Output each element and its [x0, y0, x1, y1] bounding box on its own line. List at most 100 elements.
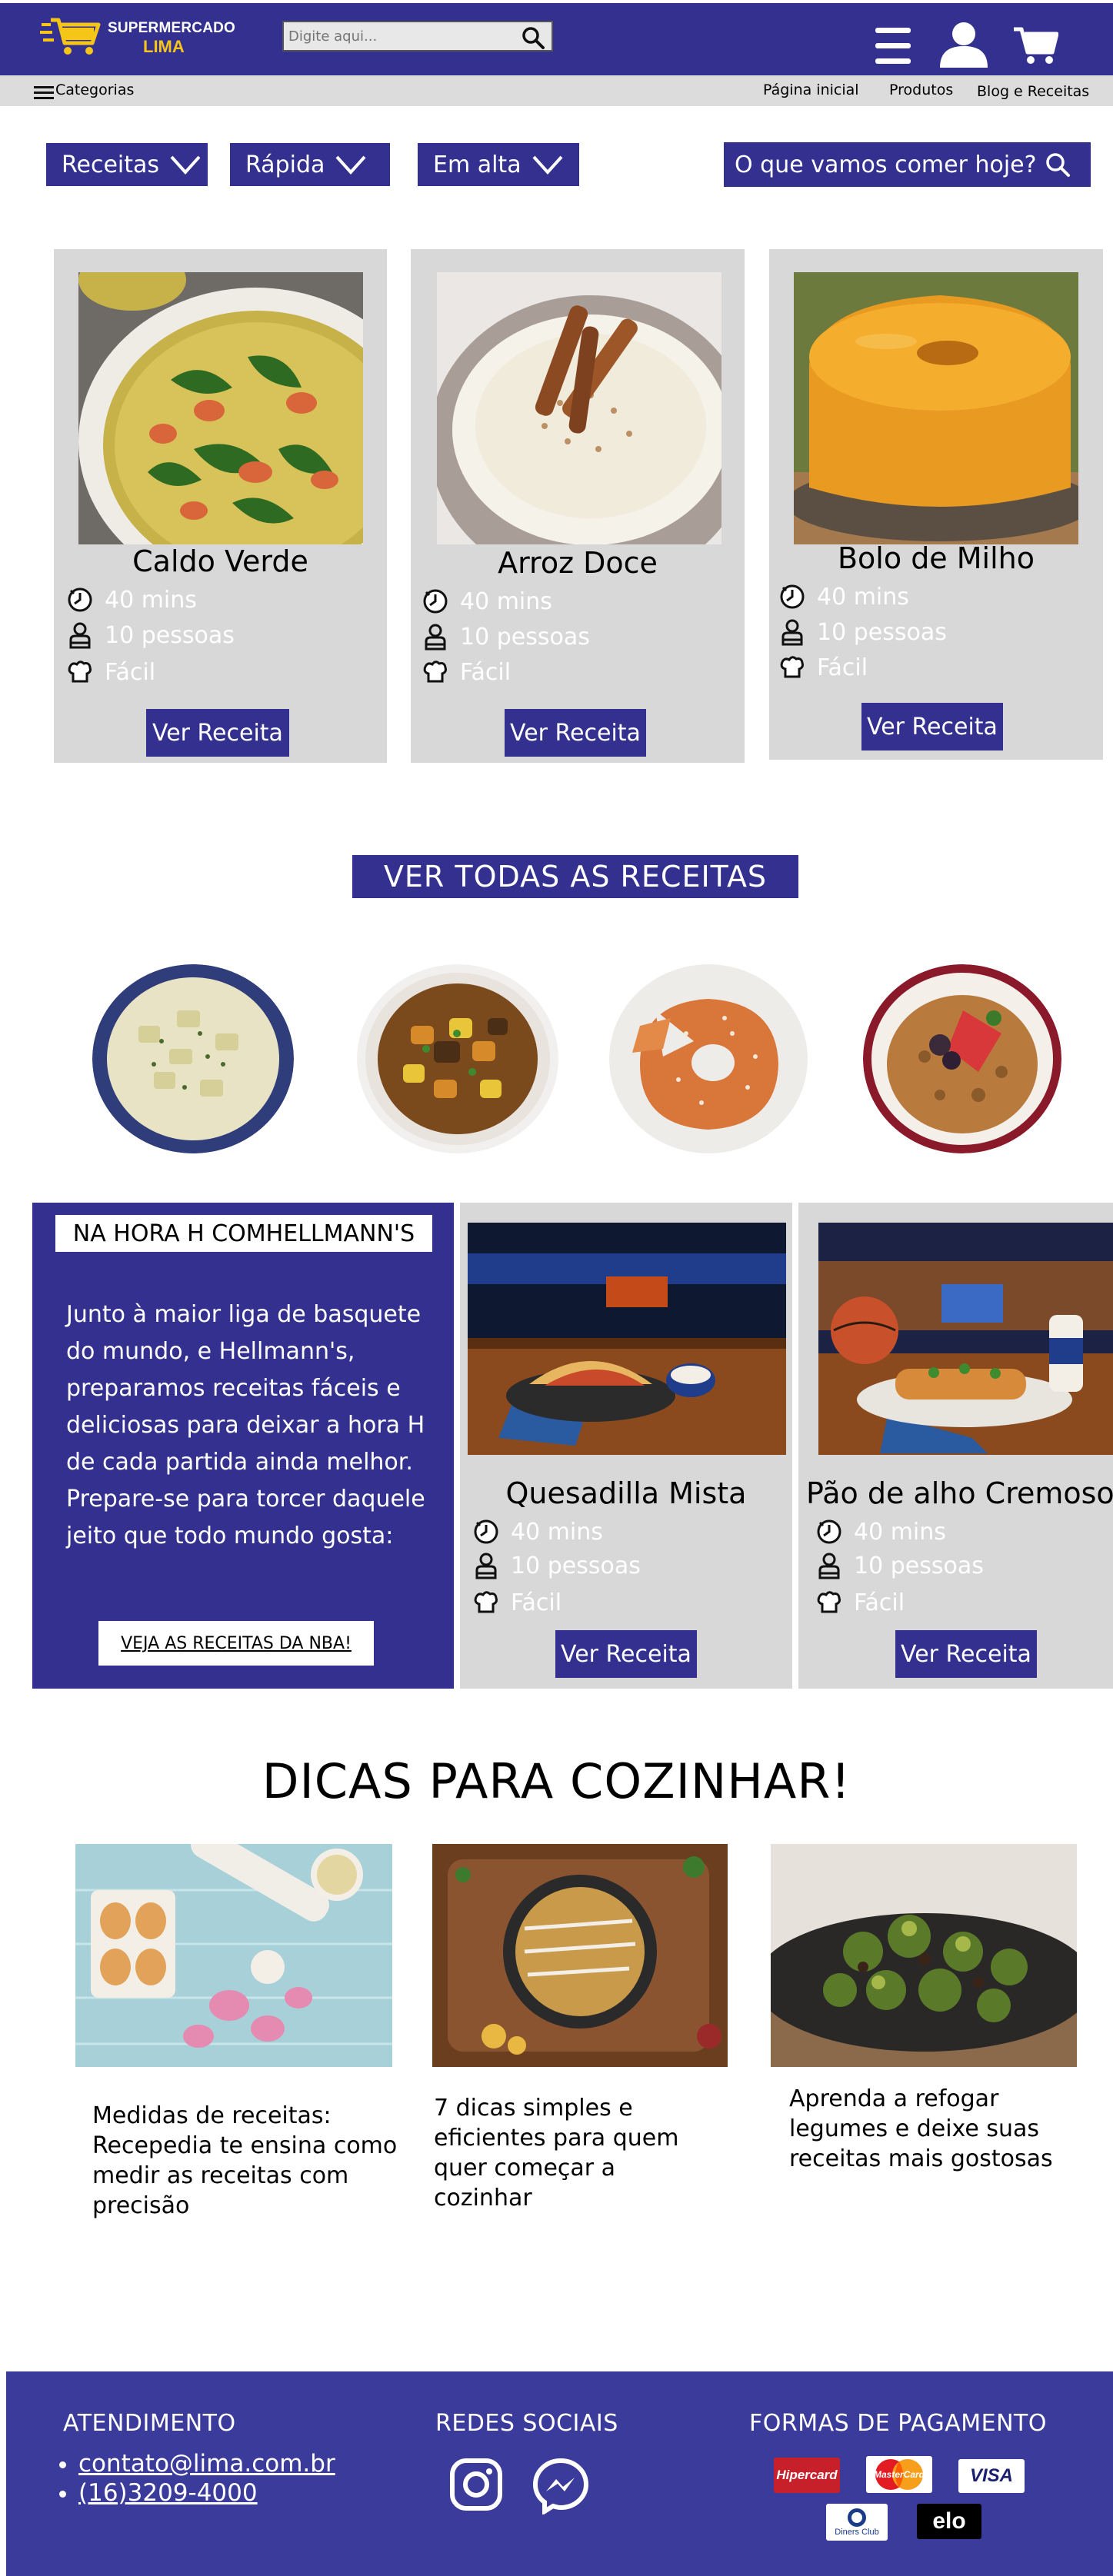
clock-icon: [817, 1519, 841, 1544]
person-icon: [818, 1553, 840, 1579]
diners-club-logo: Diners Club: [826, 2504, 888, 2541]
recipe-difficulty: Fácil: [422, 658, 511, 686]
mastercard-label: MasterCard: [873, 2469, 925, 2480]
view-recipe-button[interactable]: Ver Receita: [895, 1630, 1037, 1678]
recipe-time-value: 40 mins: [511, 1518, 603, 1546]
recipe-difficulty: Fácil: [815, 1589, 905, 1616]
recipe-thumb-stew[interactable]: [357, 964, 558, 1153]
categories-link[interactable]: Categorias: [55, 82, 134, 98]
footer-phone-link[interactable]: (16)3209-4000: [78, 2479, 258, 2507]
recipe-difficulty-value: Fácil: [511, 1589, 562, 1616]
list-item: contato@lima.com.br: [78, 2450, 335, 2478]
recipe-servings: 10 pessoas: [472, 1552, 641, 1579]
filter-em-alta-dropdown[interactable]: Em alta: [418, 143, 579, 186]
tip-image-sautee[interactable]: [771, 1844, 1077, 2067]
recipe-image-caldo-verde[interactable]: [78, 272, 363, 544]
instagram-icon[interactable]: [449, 2458, 503, 2511]
recipe-title[interactable]: Pão de alho Cremoso: [806, 1476, 1113, 1510]
recipe-servings-value: 10 pessoas: [817, 618, 947, 646]
chef-hat-icon: [817, 1591, 841, 1613]
recipe-card: Bolo de Milho 40 mins 10 pessoas Fácil V…: [769, 249, 1103, 760]
elo-logo: elo: [917, 2504, 981, 2539]
menu-icon[interactable]: [874, 26, 912, 66]
tips-title: DICAS PARA COZINHAR!: [262, 1753, 851, 1809]
chef-hat-icon: [780, 656, 804, 678]
tip-image-measures[interactable]: [75, 1844, 392, 2067]
categories-menu-icon[interactable]: [34, 85, 54, 100]
recipe-card: Caldo Verde 40 mins 10 pessoas Fácil Ver…: [54, 249, 387, 763]
recipe-search-label: O que vamos comer hoje?: [735, 151, 1037, 178]
chef-hat-icon: [68, 661, 92, 683]
chevron-down-icon: [335, 155, 366, 175]
recipe-servings-value: 10 pessoas: [854, 1552, 984, 1579]
person-icon: [475, 1553, 497, 1579]
recipe-thumb-granola[interactable]: [863, 964, 1061, 1153]
recipe-time-value: 40 mins: [460, 587, 552, 615]
messenger-icon[interactable]: [532, 2458, 589, 2514]
recipe-time: 40 mins: [778, 583, 909, 611]
recipe-servings: 10 pessoas: [66, 621, 235, 649]
recipe-card: Arroz Doce 40 mins 10 pessoas Fácil Ver …: [411, 249, 745, 763]
hipercard-logo: Hipercard: [774, 2458, 840, 2493]
user-icon[interactable]: [937, 22, 991, 68]
view-recipe-button[interactable]: Ver Receita: [861, 703, 1003, 751]
view-recipe-button[interactable]: Ver Receita: [505, 709, 646, 757]
recipe-card: Quesadilla Mista 40 mins 10 pessoas Fáci…: [460, 1203, 792, 1689]
view-recipe-button[interactable]: Ver Receita: [146, 709, 289, 757]
recipe-image-quesadilla[interactable]: [468, 1223, 786, 1455]
search-icon[interactable]: [521, 25, 545, 50]
header-search-box[interactable]: [282, 21, 553, 52]
logo-title: SUPERMERCADO: [108, 20, 236, 36]
nav-link-home[interactable]: Página inicial: [763, 82, 859, 98]
recipe-time: 40 mins: [815, 1518, 946, 1546]
footer-social-title: REDES SOCIAIS: [435, 2410, 618, 2437]
nav-link-products[interactable]: Produtos: [889, 82, 953, 98]
footer-payment-title: FORMAS DE PAGAMENTO: [749, 2410, 1047, 2437]
recipe-title[interactable]: Bolo de Milho: [769, 541, 1103, 575]
recipe-servings: 10 pessoas: [422, 623, 590, 651]
view-all-recipes-button[interactable]: VER TODAS AS RECEITAS: [352, 855, 798, 898]
filter-label: Receitas: [62, 151, 160, 178]
filter-label: Em alta: [433, 151, 522, 178]
logo-subtitle: LIMA: [143, 37, 185, 56]
recipe-image-bolo-de-milho[interactable]: [794, 272, 1078, 544]
filter-receitas-dropdown[interactable]: Receitas: [46, 143, 208, 186]
recipe-title[interactable]: Caldo Verde: [54, 544, 387, 578]
logo-cart-icon[interactable]: [40, 14, 102, 57]
view-recipe-button[interactable]: Ver Receita: [555, 1630, 697, 1678]
recipe-time: 40 mins: [472, 1518, 603, 1546]
person-icon: [425, 624, 446, 651]
recipe-servings-value: 10 pessoas: [460, 623, 590, 651]
cart-icon[interactable]: [1014, 26, 1058, 65]
recipe-servings: 10 pessoas: [778, 618, 947, 646]
tip-image-beginner[interactable]: [432, 1844, 728, 2067]
list-item: (16)3209-4000: [78, 2479, 335, 2507]
recipe-difficulty-value: Fácil: [817, 654, 868, 681]
clock-icon: [780, 584, 805, 609]
recipe-difficulty: Fácil: [66, 658, 155, 686]
recipe-time: 40 mins: [422, 587, 552, 615]
promo-title: NA HORA H COMHELLMANN'S: [55, 1215, 432, 1252]
tip-text[interactable]: 7 dicas simples e eficientes para quem q…: [434, 2093, 718, 2213]
recipe-thumb-cake[interactable]: [609, 964, 808, 1153]
footer-email-link[interactable]: contato@lima.com.br: [78, 2450, 335, 2478]
recipe-thumb-salad[interactable]: [92, 964, 294, 1153]
search-input[interactable]: [288, 27, 504, 45]
clock-icon: [68, 587, 92, 612]
recipe-difficulty-value: Fácil: [460, 658, 512, 686]
chef-hat-icon: [423, 661, 447, 683]
diners-club-label: Diners Club: [835, 2528, 879, 2537]
recipe-title[interactable]: Quesadilla Mista: [460, 1476, 792, 1510]
clock-icon: [423, 589, 448, 614]
chevron-down-icon: [170, 155, 201, 175]
nav-link-blog[interactable]: Blog e Receitas: [977, 83, 1089, 100]
tip-text[interactable]: Aprenda a refogar legumes e deixe suas r…: [789, 2084, 1074, 2174]
chef-hat-icon: [474, 1591, 498, 1613]
tip-text[interactable]: Medidas de receitas: Recepedia te ensina…: [92, 2101, 400, 2221]
recipe-search-button[interactable]: O que vamos comer hoje?: [724, 142, 1091, 187]
nba-recipes-button[interactable]: VEJA AS RECEITAS DA NBA!: [98, 1621, 374, 1666]
recipe-image-arroz-doce[interactable]: [437, 272, 721, 544]
recipe-image-pao-de-alho[interactable]: [818, 1223, 1113, 1455]
filter-rapida-dropdown[interactable]: Rápida: [230, 143, 390, 186]
recipe-title[interactable]: Arroz Doce: [411, 546, 745, 580]
